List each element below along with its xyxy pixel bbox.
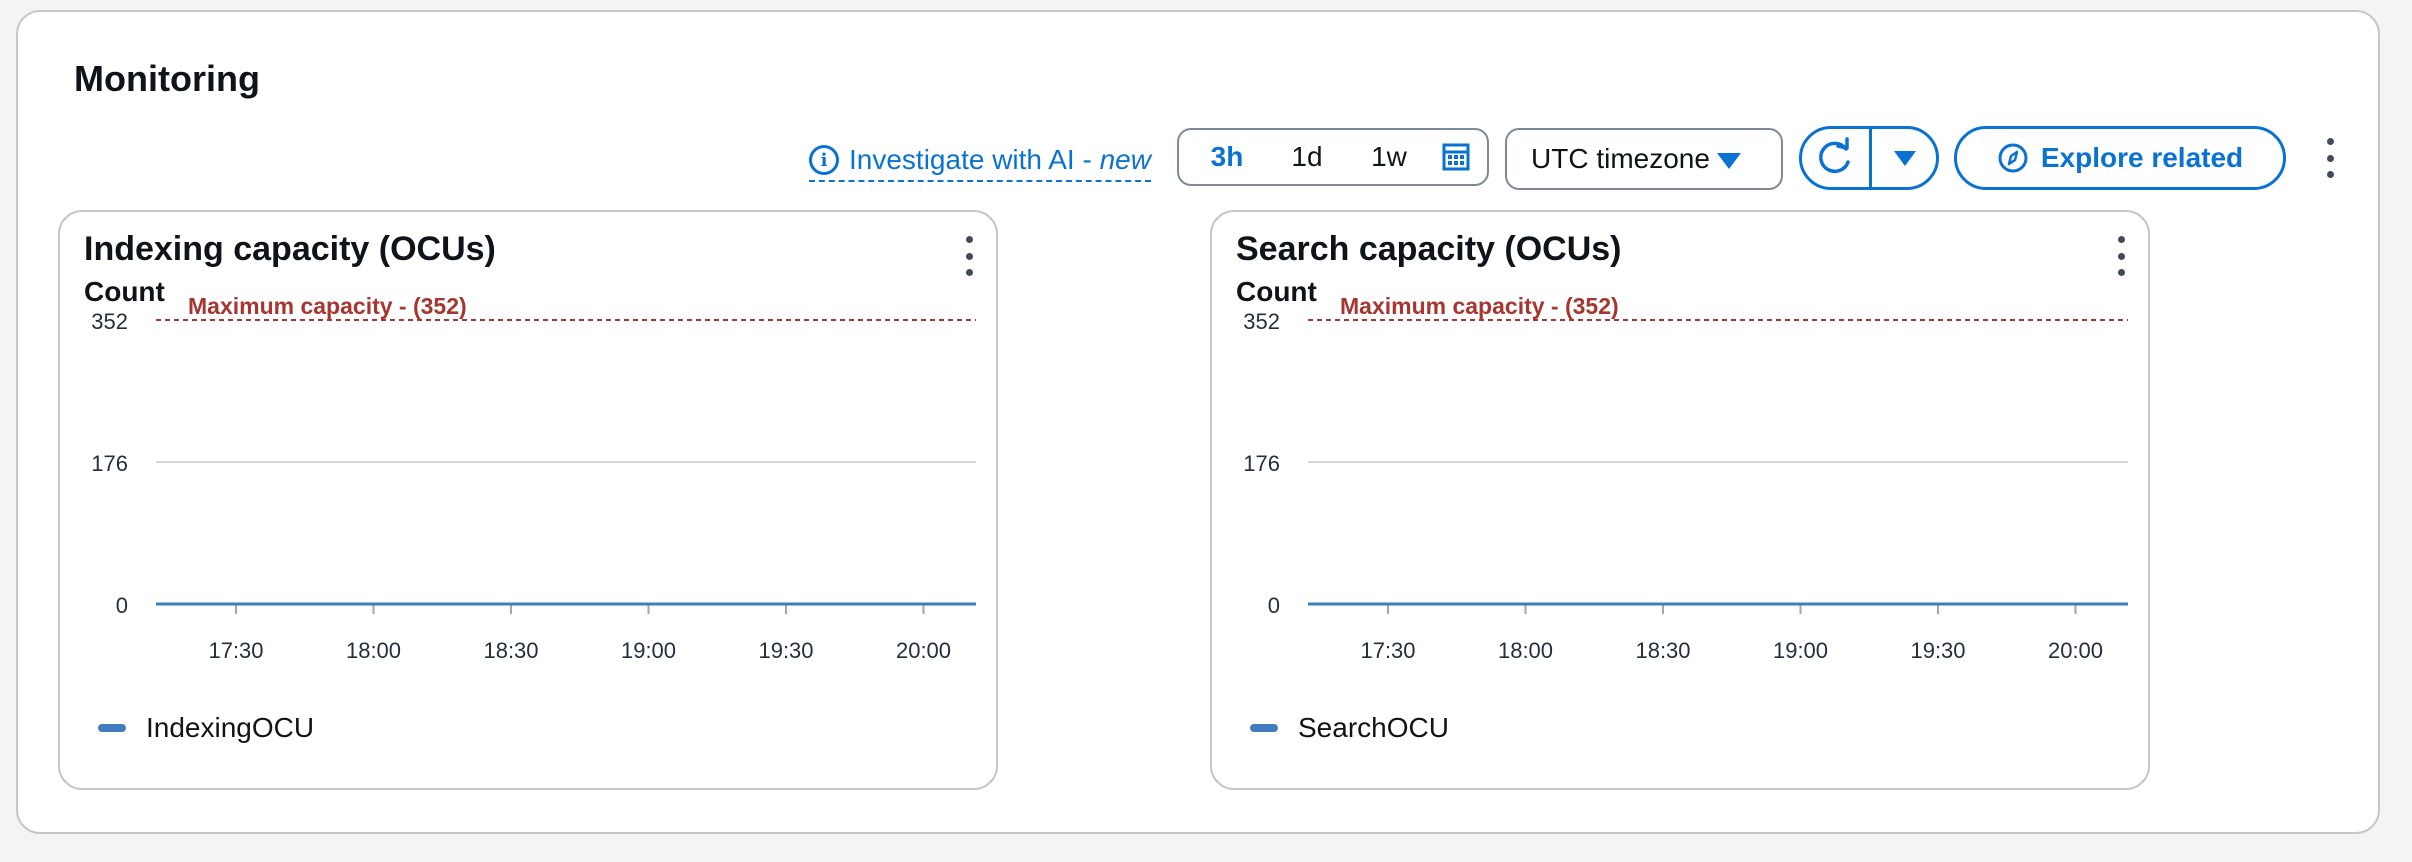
y-tick-label: 0 (116, 593, 128, 618)
x-tick-label: 17:30 (208, 638, 263, 663)
series-point (1661, 602, 1665, 606)
info-icon: i (809, 145, 839, 175)
threshold-label: Maximum capacity - (352) (188, 293, 467, 319)
series-point (784, 602, 788, 606)
chart-plot: 352 176 0 17:30 18:00 18:30 19:00 19:30 20:00 Max… (1243, 293, 2128, 663)
y-tick-label: 0 (1268, 593, 1280, 618)
caret-down-icon (1717, 153, 1741, 169)
legend-label: IndexingOCU (146, 712, 315, 743)
series-point (1386, 602, 1390, 606)
legend-swatch (98, 724, 126, 732)
caret-down-icon (1894, 151, 1916, 166)
series-point (1524, 602, 1527, 606)
x-tick-label: 17:30 (1360, 638, 1415, 663)
series-point (1799, 602, 1802, 606)
chart-legend[interactable]: SearchOCU (1250, 712, 1449, 744)
range-option-1w[interactable]: 1w (1359, 141, 1419, 173)
threshold-label: Maximum capacity - (352) (1340, 293, 1619, 319)
chart-plot: 352 176 0 17:30 18:00 18:30 19:00 19:30 20:00 Max… (91, 293, 976, 663)
refresh-button[interactable] (1802, 129, 1869, 187)
series-point (922, 602, 925, 606)
y-tick-label: 352 (1243, 309, 1280, 334)
chart-panel-search: Search capacity (OCUs) Count 352 176 0 17:3… (1210, 210, 2150, 790)
y-tick-label: 176 (91, 451, 128, 476)
monitoring-container: Monitoring i Investigate with AI - new 3… (16, 10, 2380, 834)
investigate-with-ai-link[interactable]: i Investigate with AI - new (809, 140, 1151, 182)
x-tick-label: 18:30 (1635, 638, 1690, 663)
timezone-label: UTC timezone (1531, 143, 1710, 174)
y-tick-label: 176 (1243, 451, 1280, 476)
time-range-selector: 3h 1d 1w (1177, 128, 1489, 186)
refresh-split-button (1799, 126, 1939, 190)
refresh-icon (1819, 137, 1850, 174)
legend-swatch (1250, 724, 1278, 732)
series-point (1936, 602, 1940, 606)
investigate-label: Investigate with AI - new (849, 144, 1151, 175)
refresh-options-button[interactable] (1872, 129, 1936, 187)
explore-related-button[interactable]: Explore related (1954, 126, 2286, 190)
series-point (234, 602, 238, 606)
compass-icon (1998, 143, 2028, 173)
chart-legend[interactable]: IndexingOCU (98, 712, 314, 744)
x-tick-label: 19:00 (1773, 638, 1828, 663)
x-tick-label: 20:00 (2048, 638, 2103, 663)
x-tick-label: 19:30 (758, 638, 813, 663)
range-option-1d[interactable]: 1d (1279, 141, 1335, 173)
x-tick-label: 18:30 (483, 638, 538, 663)
series-point (647, 602, 650, 606)
series-point (2074, 602, 2077, 606)
new-badge: new (1099, 144, 1151, 175)
x-tick-label: 18:00 (346, 638, 401, 663)
monitoring-toolbar: i Investigate with AI - new 3h 1d 1w UTC… (18, 126, 2378, 190)
chart-panel-indexing: Indexing capacity (OCUs) Count 352 176 0 17… (58, 210, 998, 790)
x-tick-label: 19:30 (1910, 638, 1965, 663)
series-point (372, 602, 375, 606)
section-title: Monitoring (74, 58, 260, 99)
x-tick-label: 19:00 (621, 638, 676, 663)
x-tick-label: 20:00 (896, 638, 951, 663)
range-option-3h[interactable]: 3h (1199, 141, 1255, 173)
timezone-select[interactable]: UTC timezone (1505, 128, 1783, 190)
x-tick-label: 18:00 (1498, 638, 1553, 663)
more-options-icon[interactable] (2324, 138, 2336, 178)
legend-label: SearchOCU (1298, 712, 1449, 743)
calendar-icon[interactable] (1441, 142, 1471, 172)
y-tick-label: 352 (91, 309, 128, 334)
explore-related-label: Explore related (2040, 142, 2244, 173)
series-point (509, 602, 513, 606)
